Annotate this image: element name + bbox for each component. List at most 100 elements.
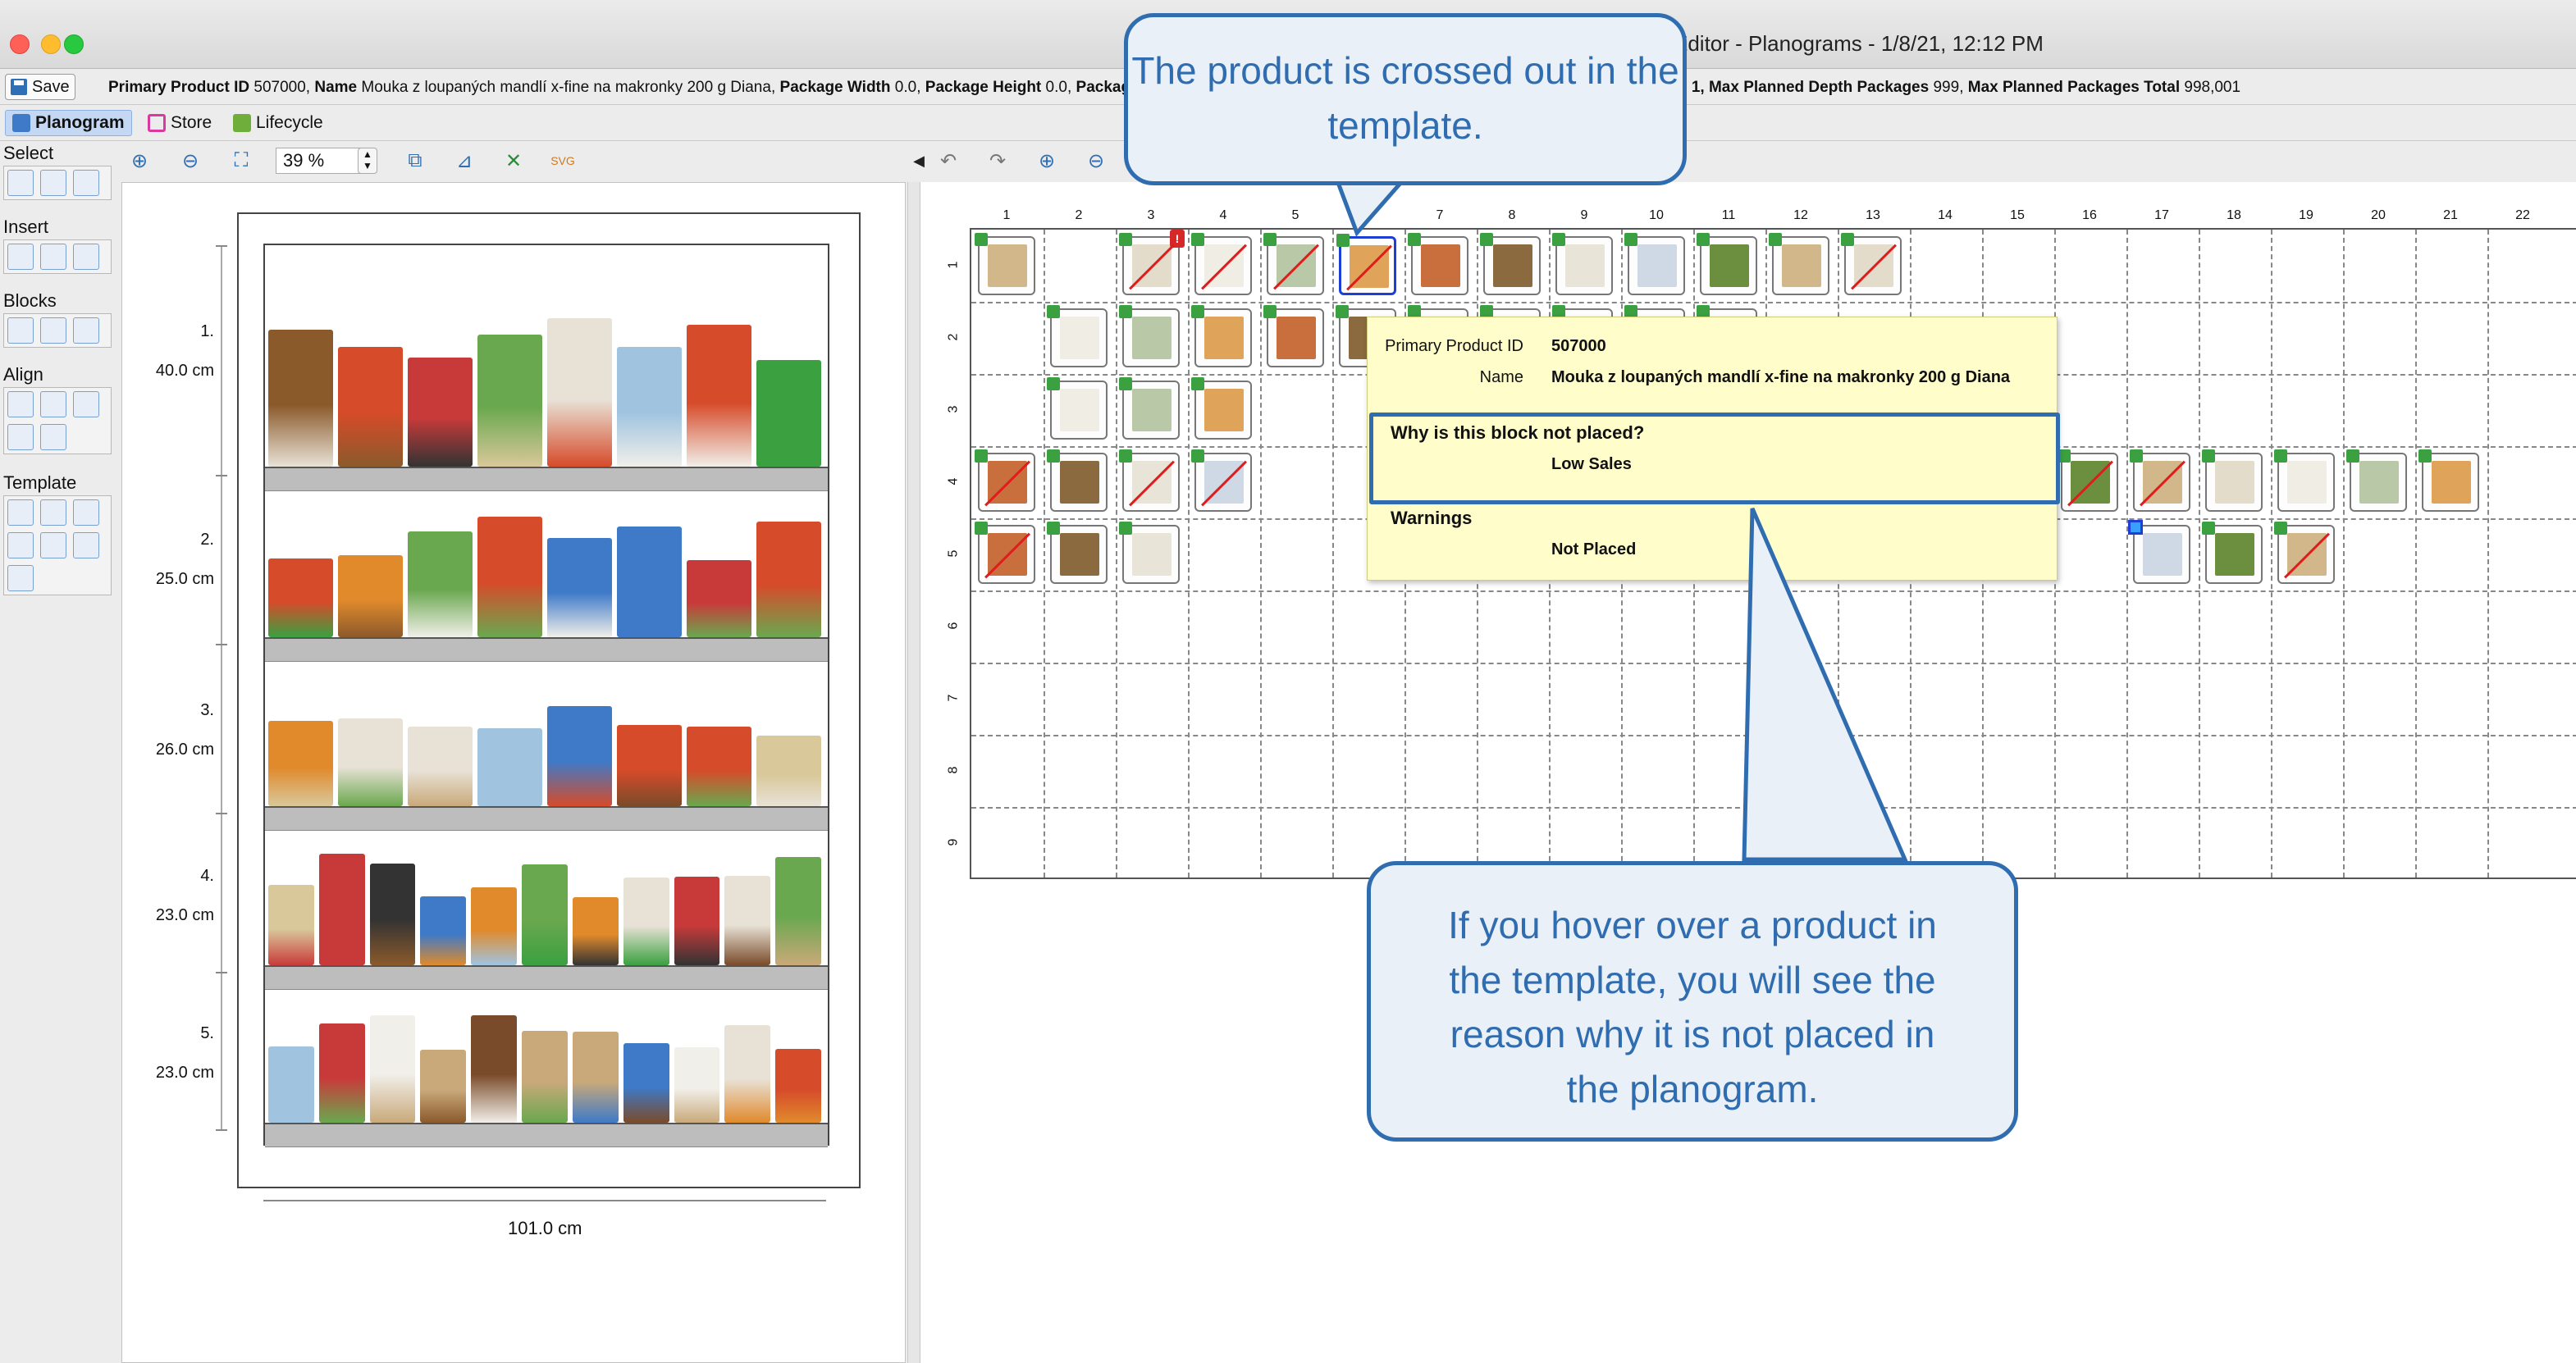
shelf-product[interactable] <box>522 864 568 965</box>
shelf-product[interactable] <box>623 877 669 965</box>
zoom-stepper[interactable]: ▲ ▼ <box>358 148 377 174</box>
shelf-product[interactable] <box>408 531 473 637</box>
template-cell-not-placed[interactable] <box>2130 449 2190 512</box>
shelf-product[interactable] <box>268 885 314 965</box>
panel-splitter[interactable] <box>907 182 920 1363</box>
minimize-window-button[interactable] <box>41 34 61 54</box>
shelf-product[interactable] <box>547 706 612 806</box>
template-cell-not-placed[interactable] <box>2274 522 2335 584</box>
shelf-product[interactable] <box>572 896 619 965</box>
shelf-product[interactable] <box>268 329 333 467</box>
template-cell-not-placed[interactable] <box>1191 449 1252 512</box>
template-cell[interactable] <box>1697 233 1757 295</box>
template-cell[interactable] <box>2418 449 2479 512</box>
shelf-product[interactable] <box>477 728 542 806</box>
block-move-icon[interactable] <box>73 317 99 344</box>
template-copy-icon[interactable] <box>73 532 99 558</box>
template-cell-not-placed[interactable] <box>975 522 1035 584</box>
shelf-product[interactable] <box>477 516 542 637</box>
maximize-window-button[interactable] <box>64 34 84 54</box>
template-cell[interactable] <box>1047 522 1108 584</box>
shelf-product[interactable] <box>338 555 403 637</box>
shelf-product[interactable] <box>756 359 821 467</box>
shelf-product[interactable] <box>775 1048 821 1123</box>
align-right-icon[interactable] <box>73 391 99 417</box>
template-cell[interactable] <box>1047 449 1108 512</box>
shelf-product[interactable] <box>687 727 751 806</box>
block-split-icon[interactable] <box>7 317 34 344</box>
shelf-product[interactable] <box>674 1047 720 1123</box>
template-cell-not-placed[interactable] <box>1191 233 1252 295</box>
template-cell[interactable] <box>1624 233 1685 295</box>
shelf-product[interactable] <box>775 856 821 965</box>
insert-block-icon[interactable] <box>7 244 34 270</box>
align-justify-icon[interactable] <box>7 424 34 450</box>
template-cell[interactable] <box>2202 449 2263 512</box>
align-columns-icon[interactable] <box>40 424 66 450</box>
shelf-product[interactable] <box>318 853 365 965</box>
shelf-product[interactable] <box>617 725 682 806</box>
shelf-product[interactable] <box>547 317 612 467</box>
shelf-product[interactable] <box>724 1025 771 1123</box>
template-cell[interactable] <box>1047 305 1108 367</box>
template-create-icon[interactable] <box>7 499 34 526</box>
template-cell-not-placed[interactable]: ! <box>1119 230 1185 295</box>
undo-icon[interactable]: ↶ <box>935 148 961 174</box>
shelf-product[interactable] <box>268 1046 314 1123</box>
shelf-product[interactable] <box>756 521 821 637</box>
align-center-icon[interactable] <box>40 391 66 417</box>
tab-store[interactable]: Store <box>141 110 218 136</box>
shelf-product[interactable] <box>674 877 720 965</box>
shelf-product[interactable] <box>687 324 751 467</box>
shelf-product[interactable] <box>369 1015 416 1123</box>
template-cell[interactable] <box>2274 449 2335 512</box>
template-cell[interactable] <box>1769 233 1829 295</box>
shelf-product[interactable] <box>756 735 821 806</box>
insert-text-icon[interactable] <box>73 244 99 270</box>
select-group-icon[interactable] <box>73 170 99 196</box>
template-cell[interactable] <box>2128 520 2190 584</box>
template-cell[interactable] <box>1191 305 1252 367</box>
svg-export-icon[interactable]: SVG <box>550 148 576 174</box>
save-button[interactable]: Save <box>5 74 75 100</box>
block-merge-icon[interactable] <box>40 317 66 344</box>
shelf-product[interactable] <box>477 335 542 467</box>
shelf-product[interactable] <box>338 346 403 467</box>
shelf-product[interactable] <box>420 1050 467 1123</box>
template-cell[interactable] <box>2202 522 2263 584</box>
shelf-product[interactable] <box>623 1043 669 1123</box>
template-cell-not-placed[interactable] <box>1263 233 1324 295</box>
excel-export-icon[interactable]: ✕ <box>500 148 527 174</box>
close-window-button[interactable] <box>10 34 30 54</box>
template-cell-not-placed[interactable] <box>1841 233 1902 295</box>
splitter-collapse-left-icon[interactable]: ◀ <box>906 148 932 174</box>
template-cell[interactable] <box>1119 377 1180 440</box>
zoom-out-icon[interactable]: ⊖ <box>177 148 203 174</box>
shelf-product[interactable] <box>408 727 473 806</box>
template-cell-not-placed[interactable] <box>1119 449 1180 512</box>
tab-lifecycle[interactable]: Lifecycle <box>226 110 330 136</box>
template-cell[interactable] <box>1408 233 1468 295</box>
shelf-product[interactable] <box>471 1015 518 1123</box>
template-cell[interactable] <box>1119 522 1180 584</box>
template-cell[interactable] <box>1480 233 1541 295</box>
shelf-product[interactable] <box>572 1031 619 1123</box>
shelf-product[interactable] <box>268 558 333 637</box>
template-zoom-in-icon[interactable]: ⊕ <box>1034 148 1060 174</box>
fit-to-window-icon[interactable]: ⛶ <box>228 148 254 174</box>
template-edit-icon[interactable] <box>40 499 66 526</box>
align-left-icon[interactable] <box>7 391 34 417</box>
template-remove-icon[interactable] <box>40 532 66 558</box>
template-cell-not-placed[interactable] <box>975 449 1035 512</box>
shelf-product[interactable] <box>617 347 682 467</box>
template-cell-not-placed[interactable] <box>2058 449 2118 512</box>
template-grid-icon[interactable] <box>73 499 99 526</box>
redo-icon[interactable]: ↷ <box>984 148 1011 174</box>
shelf-product[interactable] <box>369 863 416 965</box>
shelf-product[interactable] <box>471 887 518 965</box>
zoom-level-input[interactable]: 39 % <box>276 148 366 174</box>
template-cell[interactable] <box>975 233 1035 295</box>
shelf-product[interactable] <box>617 527 682 637</box>
template-cell[interactable] <box>1119 305 1180 367</box>
shelf-product[interactable] <box>724 876 771 965</box>
